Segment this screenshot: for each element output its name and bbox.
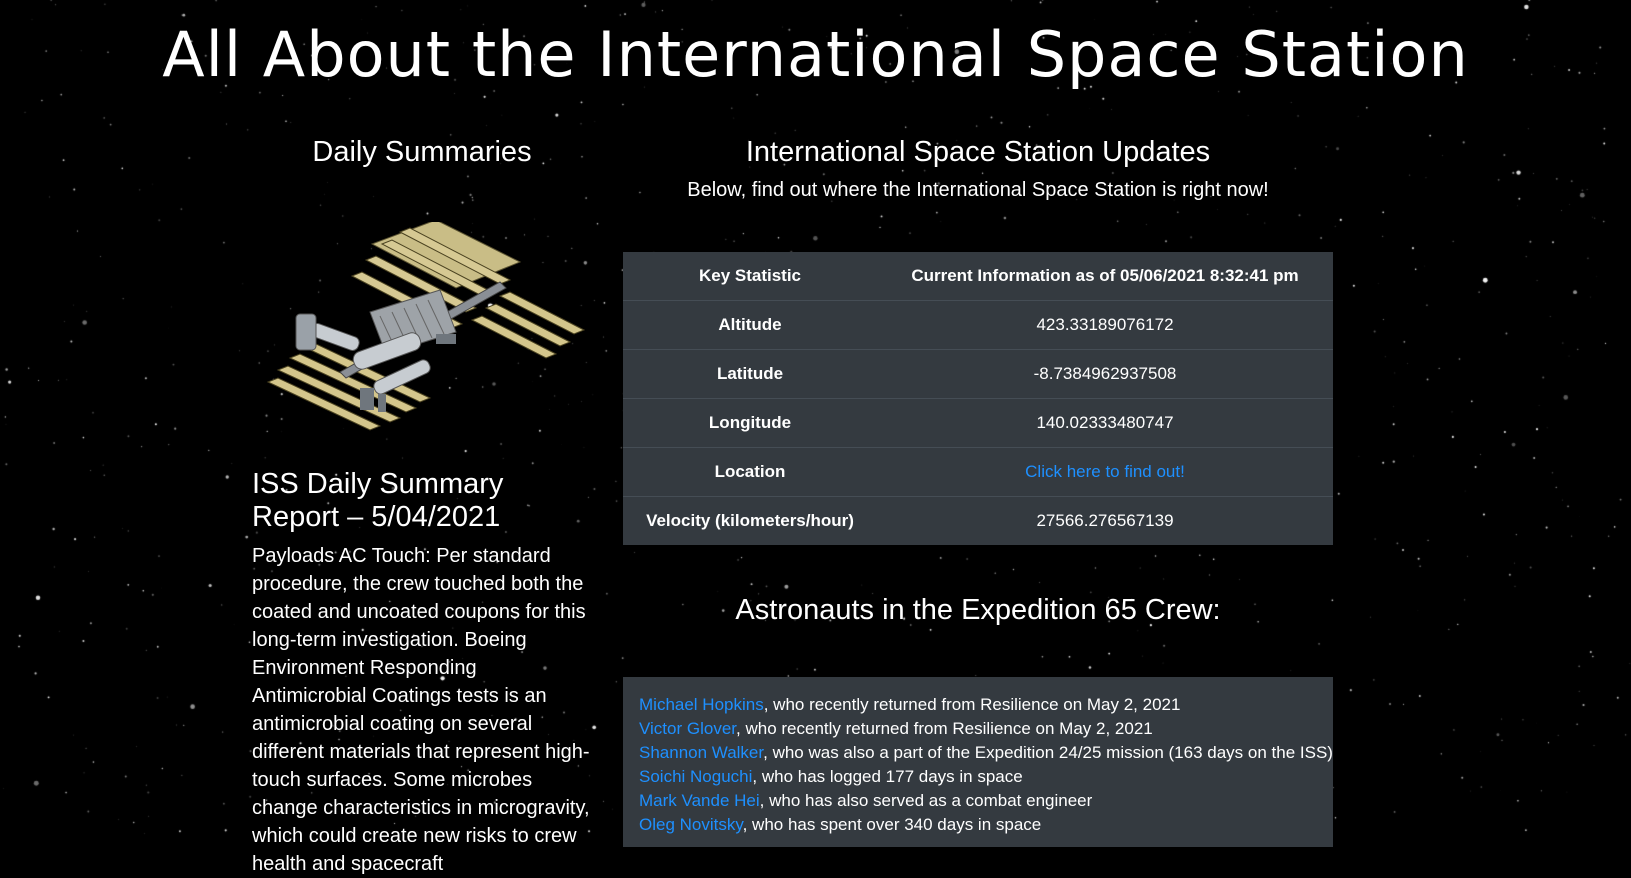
astronaut-link[interactable]: Oleg Novitsky — [639, 815, 743, 834]
list-item: Mark Vande Hei, who has also served as a… — [639, 789, 1317, 813]
list-item: Victor Glover, who recently returned fro… — [639, 717, 1317, 741]
list-item: Michael Hopkins, who recently returned f… — [639, 693, 1317, 717]
astronaut-note: , who was also a part of the Expedition … — [763, 743, 1333, 762]
updates-heading: International Space Station Updates — [745, 136, 1211, 168]
crew-list: Michael Hopkins, who recently returned f… — [623, 677, 1333, 847]
daily-summaries-heading: Daily Summaries — [312, 136, 532, 168]
daily-summaries-column: Daily Summaries ISS Daily Summary Report… — [252, 136, 592, 875]
table-key-cell: Altitude — [623, 300, 877, 350]
table-value-cell: Click here to find out! — [877, 447, 1333, 497]
table-value-cell: 27566.276567139 — [877, 496, 1333, 545]
page-title: All About the International Space Statio… — [162, 18, 1469, 91]
report-title: ISS Daily Summary Report – 5/04/2021 — [252, 468, 504, 533]
table-row-altitude: Altitude 423.33189076172 — [623, 300, 1333, 350]
list-item: Shannon Walker, who was also a part of t… — [639, 741, 1333, 765]
table-value-cell: 140.02333480747 — [877, 398, 1333, 448]
page: All About the International Space Statio… — [0, 0, 1631, 875]
iss-image — [266, 222, 586, 431]
table-row-location: Location Click here to find out! — [623, 447, 1333, 497]
table-key-cell: Location — [623, 447, 877, 497]
astronaut-note: , who has logged 177 days in space — [752, 767, 1023, 786]
list-item: Soichi Noguchi, who has logged 177 days … — [639, 765, 1317, 789]
table-row-velocity: Velocity (kilometers/hour) 27566.2765671… — [623, 496, 1333, 545]
astronaut-note: , who has spent over 340 days in space — [742, 815, 1042, 834]
astronaut-link[interactable]: Shannon Walker — [639, 743, 763, 762]
table-header-key: Key Statistic — [698, 266, 802, 285]
report-body: Payloads AC Touch: Per standard procedur… — [252, 545, 590, 875]
table-value-cell: 423.33189076172 — [877, 300, 1333, 350]
astronaut-note: , who recently returned from Resilience … — [763, 695, 1181, 714]
location-link[interactable]: Click here to find out! — [1025, 462, 1185, 481]
astronaut-link[interactable]: Soichi Noguchi — [639, 767, 752, 786]
table-key-cell: Longitude — [623, 398, 877, 448]
list-item: Oleg Novitsky, who has spent over 340 da… — [639, 813, 1317, 837]
table-header-value: Current Information as of 05/06/2021 8:3… — [911, 266, 1299, 285]
astronaut-link[interactable]: Michael Hopkins — [639, 695, 764, 714]
table-row-longitude: Longitude 140.02333480747 — [623, 398, 1333, 448]
table-header-row: Key Statistic Current Information as of … — [623, 252, 1333, 301]
astronaut-note: , who recently returned from Resilience … — [736, 719, 1153, 738]
updates-subheading: Below, find out where the International … — [687, 179, 1269, 201]
table-key-cell: Latitude — [623, 349, 877, 399]
table-key-cell: Velocity (kilometers/hour) — [623, 496, 877, 545]
iss-stats-table: Key Statistic Current Information as of … — [623, 252, 1333, 545]
iss-updates-column: International Space Station Updates Belo… — [623, 136, 1333, 847]
table-value-cell: -8.7384962937508 — [877, 349, 1333, 399]
astronaut-link[interactable]: Mark Vande Hei — [639, 791, 760, 810]
astronaut-link[interactable]: Victor Glover — [639, 719, 736, 738]
table-row-latitude: Latitude -8.7384962937508 — [623, 349, 1333, 399]
astronaut-note: , who has also served as a combat engine… — [759, 791, 1093, 810]
crew-heading: Astronauts in the Expedition 65 Crew: — [735, 594, 1221, 626]
